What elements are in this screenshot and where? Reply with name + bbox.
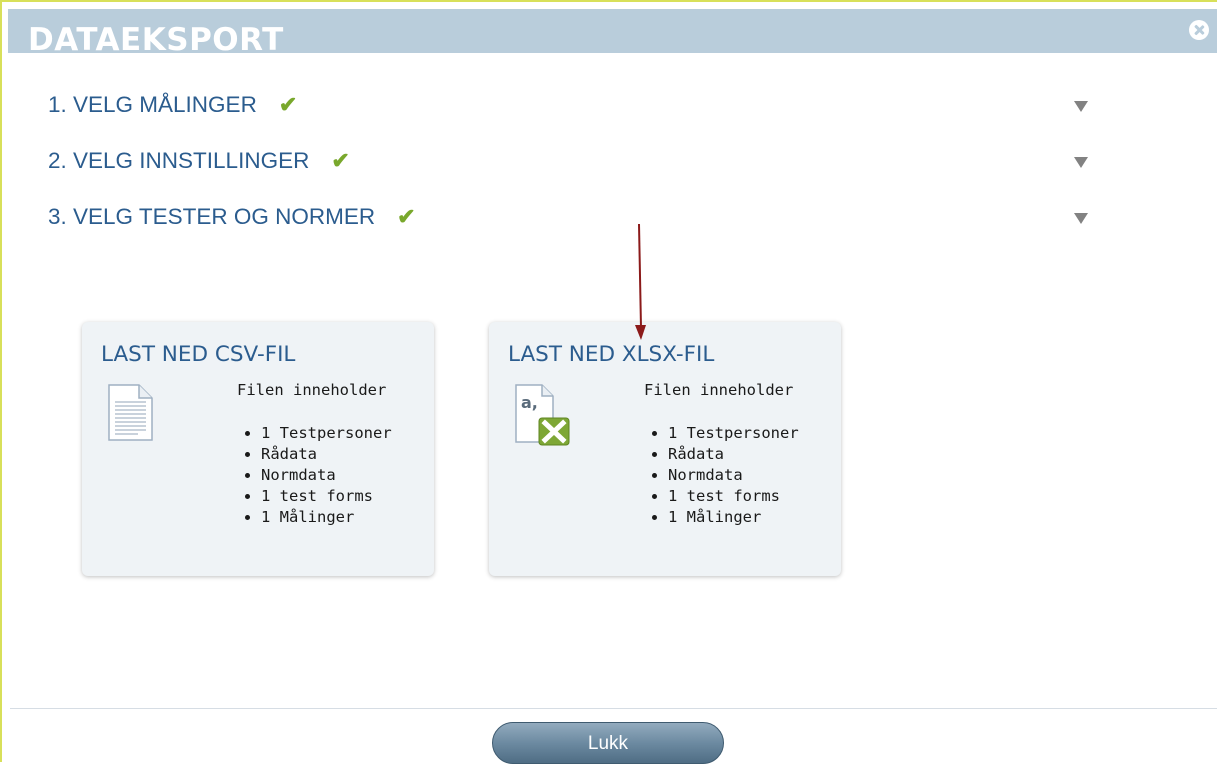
footer-divider (10, 708, 1217, 709)
file-contents-list: 1 Testpersoner Rådata Normdata 1 test fo… (644, 423, 799, 528)
list-item: 1 Testpersoner (668, 423, 799, 444)
svg-text:a,: a, (521, 393, 538, 412)
card-title[interactable]: LAST NED XLSX-FIL (508, 343, 714, 367)
download-xlsx-card[interactable]: LAST NED XLSX-FIL a, Filen inneholder 1 … (489, 322, 841, 576)
list-item: 1 Testpersoner (261, 423, 392, 444)
step-label: 2. VELG INNSTILLINGER ✔ (48, 145, 350, 177)
checkmark-icon: ✔ (278, 92, 298, 117)
file-contents-heading: Filen inneholder (237, 381, 387, 399)
file-contents: Filen inneholder 1 Testpersoner Rådata N… (237, 380, 392, 528)
file-contents-list: 1 Testpersoner Rådata Normdata 1 test fo… (237, 423, 392, 528)
close-icon[interactable] (1189, 20, 1209, 40)
export-dialog: DATAEKSPORT 1. VELG MÅLINGER ✔ 2. VELG IN… (0, 0, 1217, 764)
list-item: Rådata (261, 444, 392, 465)
list-item: 1 Målinger (261, 507, 392, 528)
document-icon (108, 384, 154, 446)
file-contents-heading: Filen inneholder (644, 381, 794, 399)
dialog-title: DATAEKSPORT (28, 22, 284, 54)
step-select-measurements[interactable]: 1. VELG MÅLINGER ✔ (48, 89, 1088, 121)
list-item: Normdata (668, 465, 799, 486)
step-label-text: 1. VELG MÅLINGER (48, 92, 257, 117)
step-label-text: 3. VELG TESTER OG NORMER (48, 204, 376, 229)
step-select-settings[interactable]: 2. VELG INNSTILLINGER ✔ (48, 145, 1088, 177)
step-label: 3. VELG TESTER OG NORMER ✔ (48, 201, 416, 233)
checkmark-icon: ✔ (331, 148, 350, 173)
list-item: 1 test forms (261, 486, 392, 507)
step-select-tests-norms[interactable]: 3. VELG TESTER OG NORMER ✔ (48, 201, 1088, 233)
checkmark-icon: ✔ (397, 204, 416, 229)
chevron-down-icon[interactable] (1074, 101, 1088, 112)
dialog-title-bar: DATAEKSPORT (8, 9, 1217, 53)
chevron-down-icon[interactable] (1074, 157, 1088, 168)
list-item: 1 Målinger (668, 507, 799, 528)
file-contents: Filen inneholder 1 Testpersoner Rådata N… (644, 380, 799, 528)
annotation-arrow-icon (630, 222, 650, 346)
download-csv-card[interactable]: LAST NED CSV-FIL Filen inneholder • 1 Te… (82, 322, 434, 576)
list-item: Normdata (261, 465, 392, 486)
close-button[interactable]: Lukk (492, 722, 724, 764)
list-item: 1 test forms (668, 486, 799, 507)
excel-file-icon: a, (515, 384, 573, 452)
card-title[interactable]: LAST NED CSV-FIL (101, 343, 295, 367)
step-label-text: 2. VELG INNSTILLINGER (48, 148, 310, 173)
step-label: 1. VELG MÅLINGER ✔ (48, 89, 297, 121)
chevron-down-icon[interactable] (1074, 213, 1088, 224)
list-item: Rådata (668, 444, 799, 465)
